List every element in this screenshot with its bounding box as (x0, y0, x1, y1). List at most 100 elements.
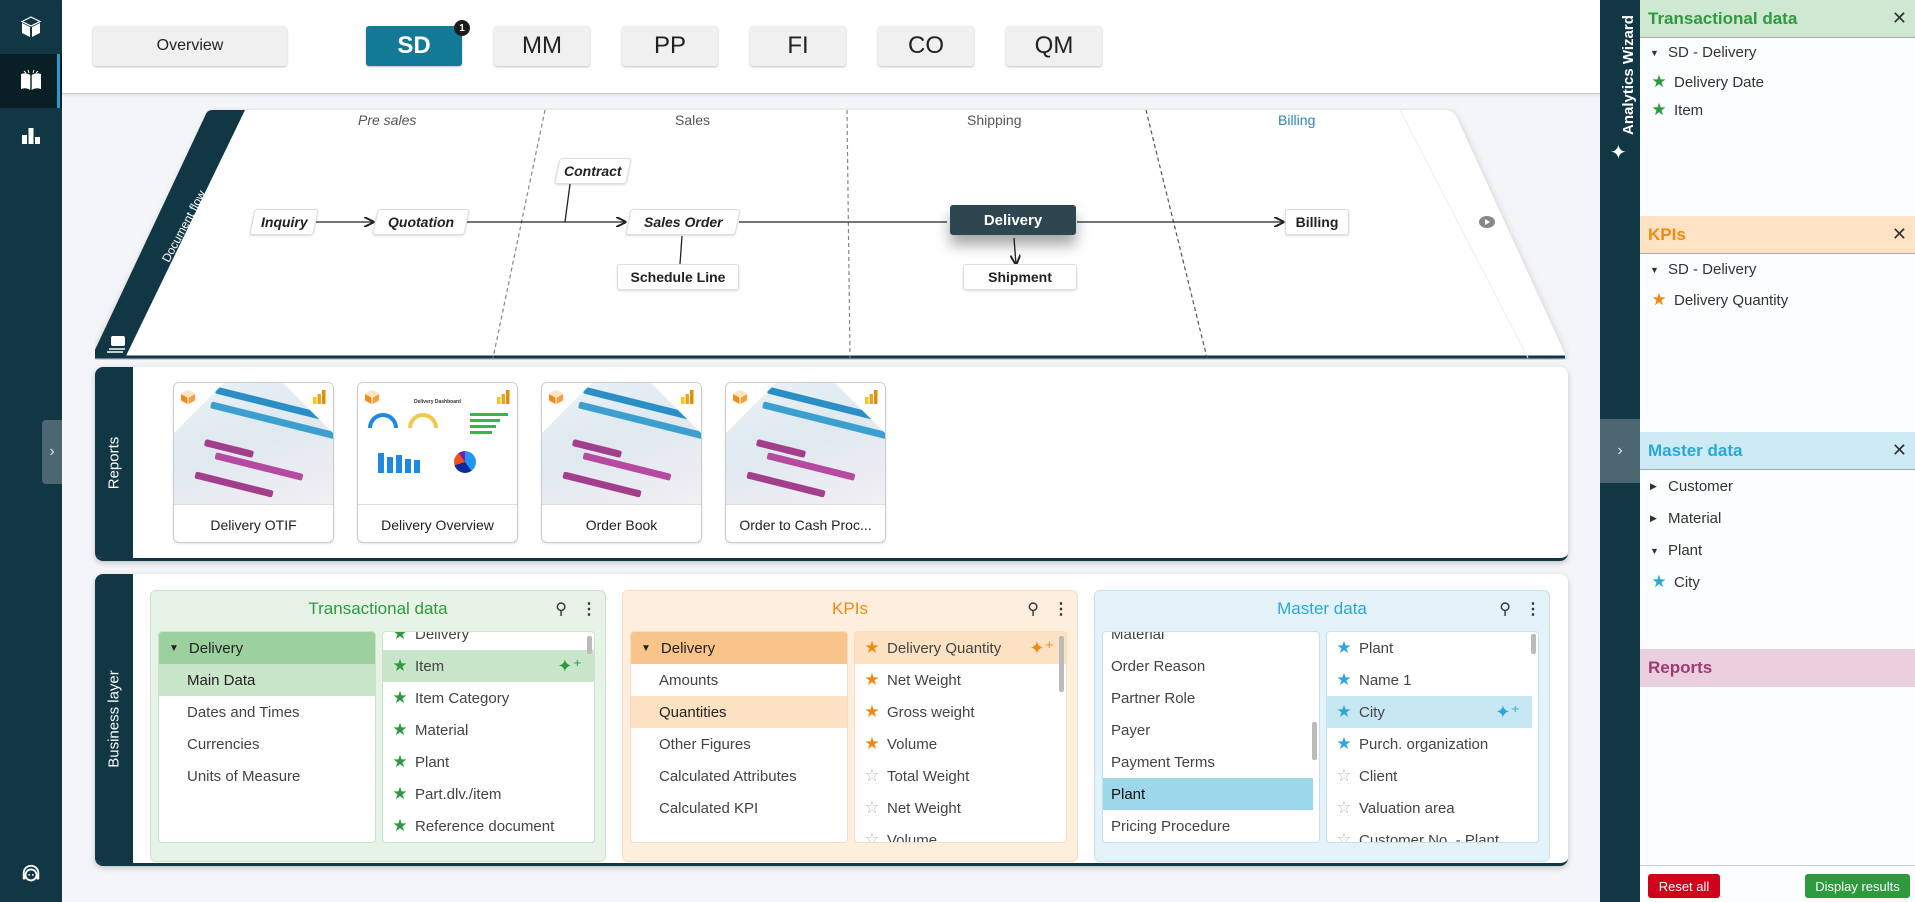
field-item[interactable]: ★ Volume (855, 728, 1066, 760)
scrollbar[interactable] (1312, 722, 1317, 760)
category-item[interactable]: Pricing Procedure (1103, 810, 1319, 842)
close-icon[interactable]: ✕ (1892, 440, 1907, 461)
category-item[interactable]: Material (1103, 632, 1319, 650)
close-icon[interactable]: ✕ (1892, 224, 1907, 245)
category-item[interactable]: Main Data (159, 664, 375, 696)
flow-node-sales-order[interactable]: Sales Order (625, 209, 741, 235)
star-outline-icon: ☆ (864, 830, 880, 843)
report-thumbnail: Delivery Dashboard (358, 383, 517, 504)
report-card[interactable]: Delivery OTIF (173, 382, 334, 543)
powerbi-icon (865, 390, 878, 404)
wizard-item[interactable]: ★ Delivery Date (1650, 72, 1764, 92)
category-item[interactable]: Calculated Attributes (631, 760, 847, 792)
wizard-item[interactable]: ★ Item (1650, 100, 1703, 120)
category-item[interactable]: Other Figures (631, 728, 847, 760)
wizard-group[interactable]: ▼ SD - Delivery (1650, 261, 1756, 278)
more-vert-icon[interactable]: ⋮ (1053, 599, 1069, 619)
category-item[interactable]: Amounts (631, 664, 847, 696)
business-layer-section: Business layer Transactional data ⚲ ⋮ ▼ D… (95, 574, 1568, 866)
search-icon[interactable]: ⚲ (555, 599, 567, 619)
report-card[interactable]: Delivery Dashboard Delivery Overview (357, 382, 518, 543)
flow-node-quotation[interactable]: Quotation (372, 209, 470, 235)
category-item[interactable]: Payer (1103, 714, 1319, 746)
nav-item-data-models[interactable] (0, 0, 62, 54)
field-item[interactable]: ★ Plant (1327, 632, 1538, 664)
right-panel-expand-button[interactable]: › (1600, 419, 1640, 483)
wizard-group[interactable]: ▼ SD - Delivery (1650, 44, 1756, 61)
panel-title: Master data (1277, 599, 1367, 618)
nav-item-catalog[interactable] (0, 54, 62, 108)
wizard-group[interactable]: ▶ Customer (1650, 478, 1733, 495)
flow-node-delivery[interactable]: Delivery (950, 205, 1076, 235)
field-item[interactable]: ★ Material (383, 714, 594, 746)
field-item[interactable]: ★ Name 1 (1327, 664, 1538, 696)
overview-button[interactable]: Overview (93, 26, 287, 66)
search-icon[interactable]: ⚲ (1499, 599, 1511, 619)
field-item[interactable]: ★ Net Weight (855, 664, 1066, 696)
field-item[interactable]: ☆ Valuation area (1327, 792, 1538, 824)
sparkle-icon[interactable]: ✦⁺ (1495, 702, 1520, 723)
report-card[interactable]: Order to Cash Proc... (725, 382, 886, 543)
display-results-button[interactable]: Display results (1805, 874, 1910, 898)
module-tab-sd[interactable]: SD 1 (366, 20, 470, 66)
scrollbar[interactable] (1531, 634, 1536, 654)
search-icon[interactable]: ⚲ (1027, 599, 1039, 619)
field-item[interactable]: ★ Item ✦⁺ (383, 650, 594, 682)
field-item[interactable]: ★ Delivery Quantity ✦⁺ (855, 632, 1066, 664)
field-item[interactable]: ☆ Customer No. - Plant (1327, 824, 1538, 842)
field-item[interactable]: ☆ Client (1327, 760, 1538, 792)
module-tab-qm[interactable]: QM (1006, 26, 1102, 66)
flow-node-schedule-line[interactable]: Schedule Line (617, 264, 739, 290)
caret-right-icon: ▶ (1650, 481, 1657, 491)
flow-node-shipment[interactable]: Shipment (963, 264, 1077, 290)
flow-node-inquiry[interactable]: Inquiry (249, 209, 319, 235)
module-tab-co[interactable]: CO (878, 26, 974, 66)
field-item[interactable]: ☆ Net Weight (855, 792, 1066, 824)
module-tab-mm[interactable]: MM (494, 26, 590, 66)
wizard-item[interactable]: ★ City (1650, 572, 1699, 592)
close-icon[interactable]: ✕ (1892, 8, 1907, 29)
left-panel-expand-button[interactable]: › (42, 420, 62, 484)
category-item[interactable]: Units of Measure (159, 760, 375, 792)
sparkle-icon[interactable]: ✦⁺ (1029, 638, 1054, 659)
wizard-item[interactable]: ★ Delivery Quantity (1650, 290, 1788, 310)
category-item[interactable]: Order Reason (1103, 650, 1319, 682)
category-item[interactable]: Dates and Times (159, 696, 375, 728)
more-vert-icon[interactable]: ⋮ (581, 599, 597, 619)
report-card[interactable]: Order Book (541, 382, 702, 543)
reset-all-button[interactable]: Reset all (1648, 874, 1720, 898)
field-item[interactable]: ★ Reference document (383, 810, 594, 842)
category-group-delivery[interactable]: ▼ Delivery (631, 632, 847, 664)
flow-node-contract[interactable]: Contract (554, 158, 632, 184)
field-item[interactable]: ★ Item Category (383, 682, 594, 714)
field-item[interactable]: ★ Part.dlv./item (383, 778, 594, 810)
field-item[interactable]: ★ City ✦⁺ (1327, 696, 1532, 728)
category-item[interactable]: Partner Role (1103, 682, 1319, 714)
field-item[interactable]: ★ Purch. organization (1327, 728, 1538, 760)
category-item[interactable]: Quantities (631, 696, 847, 728)
wizard-group[interactable]: ▼ Plant (1650, 542, 1702, 559)
field-item[interactable]: ★ Plant (383, 746, 594, 778)
field-item[interactable]: ☆ Volume (855, 824, 1066, 843)
field-item[interactable]: ★ Delivery (383, 632, 594, 650)
category-item[interactable]: Plant (1103, 778, 1313, 810)
nav-item-analytics[interactable] (0, 108, 62, 162)
more-vert-icon[interactable]: ⋮ (1525, 599, 1541, 619)
category-item[interactable]: Currencies (159, 728, 375, 760)
category-group-delivery[interactable]: ▼ Delivery (159, 632, 375, 664)
module-tab-pp[interactable]: PP (622, 26, 718, 66)
category-item[interactable]: Payment Terms (1103, 746, 1319, 778)
flow-node-billing[interactable]: Billing (1285, 209, 1349, 235)
reports-tab: Reports (95, 367, 133, 558)
field-item[interactable]: ★ Gross weight (855, 696, 1066, 728)
scrollbar[interactable] (1059, 636, 1064, 692)
scrollbar[interactable] (587, 636, 592, 654)
eye-icon[interactable] (1479, 216, 1495, 228)
sparkle-icon[interactable]: ✦⁺ (557, 656, 582, 677)
wizard-group[interactable]: ▶ Material (1650, 510, 1721, 527)
module-tab-fi[interactable]: FI (750, 26, 846, 66)
star-filled-icon: ★ (392, 784, 408, 803)
field-item[interactable]: ☆ Total Weight (855, 760, 1066, 792)
category-item[interactable]: Calculated KPI (631, 792, 847, 824)
support-button[interactable] (0, 856, 62, 892)
